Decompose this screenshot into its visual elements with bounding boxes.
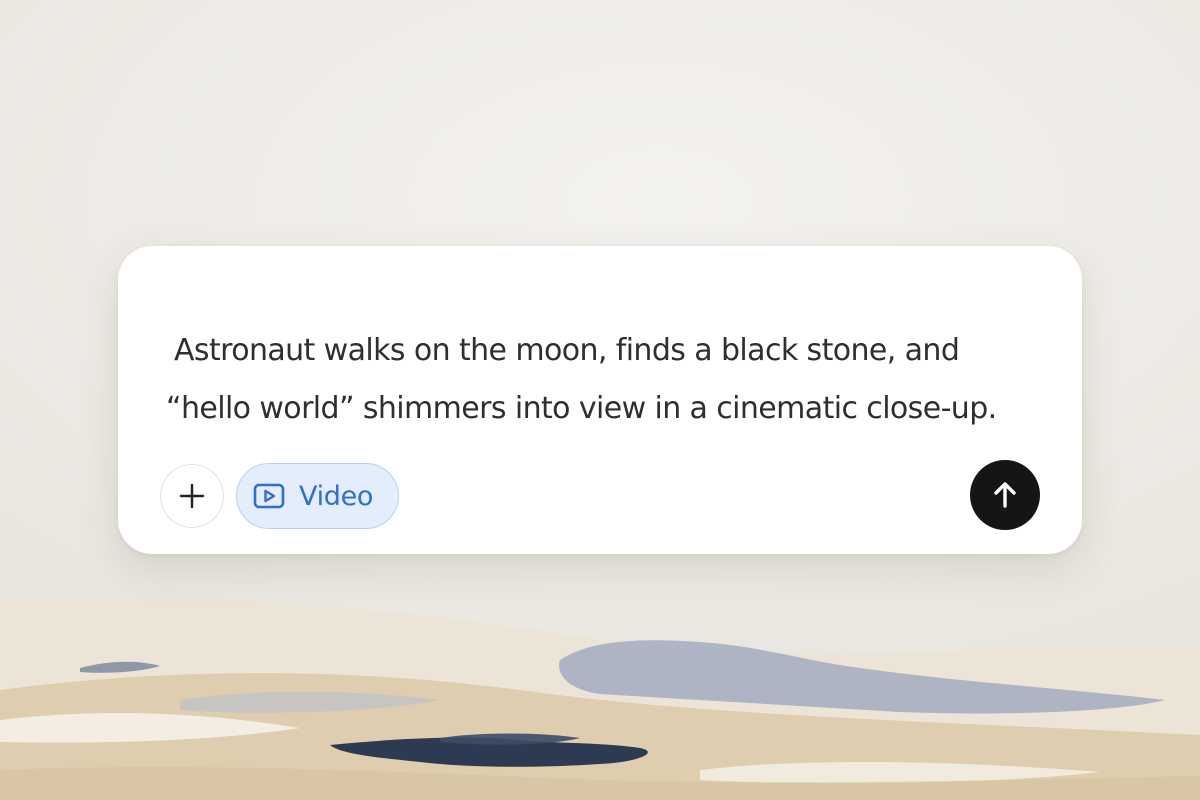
arrow-up-icon — [994, 482, 1016, 508]
add-attachment-button[interactable] — [160, 464, 224, 528]
video-play-icon — [253, 483, 285, 509]
video-mode-chip[interactable]: Video — [236, 463, 399, 529]
video-chip-label: Video — [299, 480, 374, 512]
prompt-line-1: Astronaut walks on the moon, finds a bla… — [174, 333, 960, 368]
plus-icon — [179, 483, 205, 509]
send-button[interactable] — [970, 460, 1040, 530]
prompt-line-2: “hello world” shimmers into view in a ci… — [166, 391, 997, 426]
prompt-composer: Astronaut walks on the moon, finds a bla… — [118, 246, 1082, 554]
prompt-text-area[interactable]: Astronaut walks on the moon, finds a bla… — [166, 322, 1046, 438]
